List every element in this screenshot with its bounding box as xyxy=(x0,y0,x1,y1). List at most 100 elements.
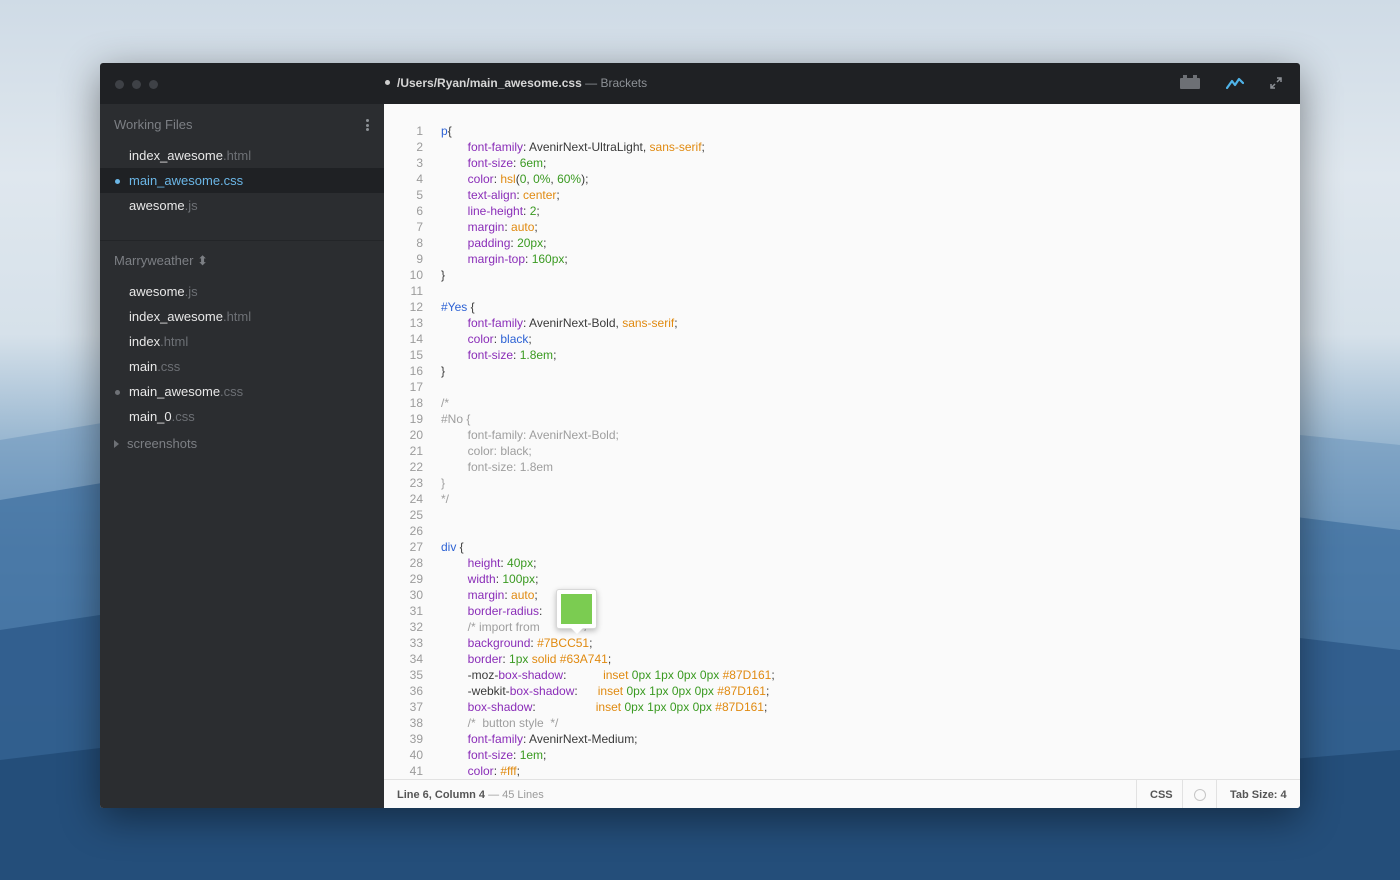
status-bar: Line 6, Column 4 — 45 Lines CSS Tab Size… xyxy=(384,779,1300,808)
project-file[interactable]: main_awesome.css xyxy=(100,379,384,404)
title-bar: /Users/Ryan/main_awesome.css — Brackets xyxy=(100,63,1300,104)
code-editor[interactable]: 41 color: #fff; 40 font-size: 1em; 39 font… xyxy=(384,104,1300,779)
working-file-main-awesome[interactable]: main_awesome.css xyxy=(100,168,392,193)
language-selector[interactable]: CSS xyxy=(1150,789,1173,801)
project-file[interactable]: main_0.css xyxy=(100,404,384,429)
minimize-window-button[interactable] xyxy=(132,80,141,89)
expand-icon[interactable] xyxy=(1270,76,1282,94)
code-text: box-shadow: inset 0px 1px 0px 0px #87D16… xyxy=(467,700,768,714)
code-text: background: #7BCC51; xyxy=(467,636,593,650)
code-text: padding: 20px; xyxy=(467,236,547,250)
line-number: 11 xyxy=(410,284,423,298)
code-text: /* xyxy=(441,396,450,410)
extension-manager-icon[interactable] xyxy=(1180,75,1200,94)
code-text: height: 40px; xyxy=(467,556,537,570)
code-text: font-size: 1.8em xyxy=(441,460,554,474)
linting-status-icon[interactable] xyxy=(1194,789,1206,801)
folder-screenshots[interactable]: screenshots xyxy=(114,436,197,451)
line-number: 7 xyxy=(416,220,423,234)
line-number: 9 xyxy=(416,252,423,266)
code-text: #No { xyxy=(441,412,471,426)
color-swatch xyxy=(561,594,592,624)
app-name: — Brackets xyxy=(581,76,648,90)
window-controls xyxy=(115,80,158,89)
line-number: 29 xyxy=(409,572,423,586)
line-number: 32 xyxy=(409,620,423,634)
color-preview-popup xyxy=(556,589,597,634)
project-file[interactable]: main.css xyxy=(100,354,384,379)
file-ext: .css xyxy=(157,359,181,374)
code-text: margin: auto; xyxy=(467,588,538,602)
line-number: 4 xyxy=(416,172,423,186)
project-file[interactable]: awesome.js xyxy=(100,279,384,304)
line-number: 38 xyxy=(409,716,423,730)
file-ext: .css xyxy=(220,384,244,399)
code-text: } xyxy=(441,364,446,378)
code-text: -moz-box-shadow: inset 0px 1px 0px 0px #… xyxy=(441,668,775,682)
line-number: 39 xyxy=(409,732,423,746)
line-number: 30 xyxy=(409,588,423,602)
project-dropdown[interactable]: Marryweather ⬍ xyxy=(114,253,208,269)
code-text: /* button style */ xyxy=(441,716,559,730)
line-number: 28 xyxy=(409,556,423,570)
cursor-position[interactable]: Line 6, Column 4 — 45 Lines xyxy=(397,789,544,801)
zoom-window-button[interactable] xyxy=(149,80,158,89)
code-text: font-family: AvenirNext-Medium; xyxy=(467,732,638,746)
code-text: */ xyxy=(441,492,450,506)
file-ext: .js xyxy=(184,198,198,213)
code-text: #Yes { xyxy=(441,300,475,314)
line-number: 31 xyxy=(409,604,423,618)
code-text: p{ xyxy=(441,124,452,138)
line-number: 24 xyxy=(409,492,423,506)
line-number: 36 xyxy=(409,684,423,698)
code-text: } xyxy=(441,268,446,282)
code-text: color: black; xyxy=(467,332,532,346)
working-file-index-awesome[interactable]: index_awesome.html xyxy=(100,143,384,168)
tab-size-indicator[interactable]: Tab Size: 4 xyxy=(1230,789,1287,801)
brackets-window: /Users/Ryan/main_awesome.css — Brackets … xyxy=(100,63,1300,808)
file-name: index_awesome xyxy=(129,309,223,324)
code-text: width: 100px; xyxy=(467,572,539,586)
disclosure-triangle-icon xyxy=(114,439,119,448)
file-name: awesome xyxy=(129,198,185,213)
file-name: index xyxy=(129,334,161,349)
line-number: 8 xyxy=(416,236,423,250)
code-text: color: black; xyxy=(441,444,532,458)
file-ext: .js xyxy=(184,284,198,299)
file-name: main_awesome xyxy=(129,384,221,399)
code-text: border: 1px solid #63A741; xyxy=(467,652,612,666)
code-text: margin-top: 160px; xyxy=(467,252,568,266)
cursor-position-text: Line 6, Column 4 xyxy=(397,789,486,801)
project-file[interactable]: index_awesome.html xyxy=(100,304,384,329)
status-separator xyxy=(1136,780,1137,808)
working-file-awesome-js[interactable]: awesome.js xyxy=(100,193,384,218)
live-preview-icon[interactable] xyxy=(1225,76,1245,94)
line-number: 19 xyxy=(409,412,423,426)
line-number: 34 xyxy=(409,652,423,666)
unsaved-dot xyxy=(115,390,120,395)
close-window-button[interactable] xyxy=(115,80,124,89)
code-text: margin: auto; xyxy=(467,220,538,234)
code-text: line-height: 2; xyxy=(467,204,540,218)
unsaved-indicator xyxy=(385,80,390,86)
sidebar: Working Files index_awesome.html main_aw… xyxy=(100,104,392,808)
working-files-header: Working Files xyxy=(114,117,193,132)
code-text: div { xyxy=(441,540,464,554)
file-name: main xyxy=(129,359,158,374)
working-files-menu-icon[interactable] xyxy=(366,119,369,131)
unsaved-dot xyxy=(115,179,120,184)
status-separator xyxy=(1216,780,1217,808)
code-text: -webkit-box-shadow: inset 0px 1px 0px 0p… xyxy=(441,684,770,698)
code-text: font-family: AvenirNext-UltraLight, sans… xyxy=(467,140,705,154)
code-text: font-size: 1.8em; xyxy=(467,348,557,362)
status-separator xyxy=(1182,780,1183,808)
code-text: } xyxy=(441,476,446,490)
file-name: main_0 xyxy=(129,409,172,424)
project-file[interactable]: index.html xyxy=(100,329,384,354)
line-number: 16 xyxy=(409,364,423,378)
line-number: 2 xyxy=(416,140,423,154)
file-name: main_awesome xyxy=(129,173,221,188)
line-number: 41 xyxy=(409,764,423,778)
file-ext: .html xyxy=(222,309,252,324)
code-text: font-family: AvenirNext-Bold; xyxy=(441,428,619,442)
